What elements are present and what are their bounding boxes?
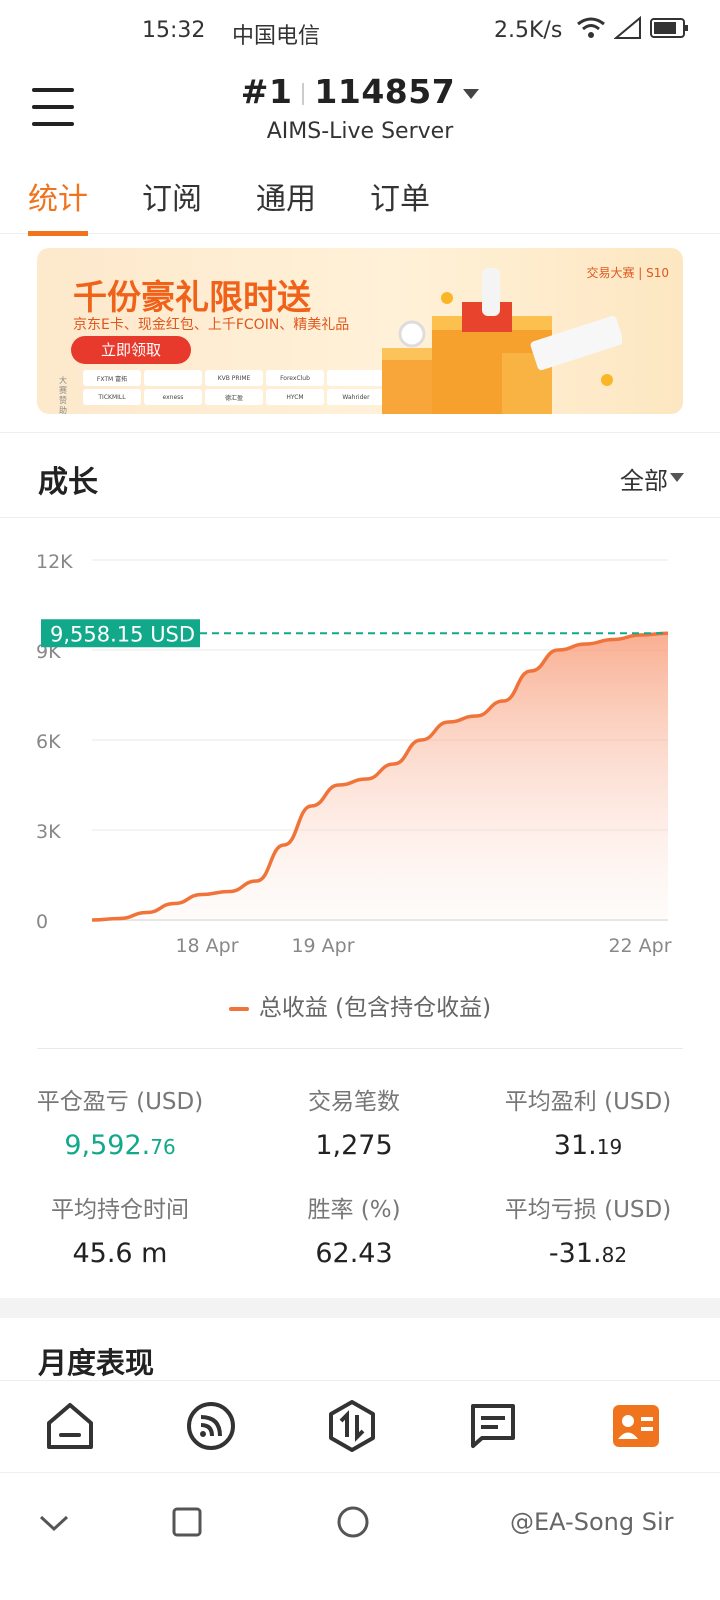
stat-value: 31.19 (553, 1130, 623, 1161)
stat-average-loss: 平均亏损 (USD) -31.82 (468, 1190, 708, 1269)
stat-label: 平均持仓时间 (51, 1197, 189, 1223)
y-tick-label: 3K (36, 821, 61, 843)
chevron-down-icon (670, 473, 684, 482)
tab-general[interactable]: 通用 (256, 174, 316, 218)
banner-title: 千份豪礼限时送 (73, 278, 311, 318)
tab-orders[interactable]: 订单 (370, 174, 430, 218)
status-icons (576, 16, 690, 40)
y-tick-label: 12K (36, 551, 73, 573)
stat-closed-pnl: 平仓盈亏 (USD) 9,592.76 (0, 1082, 240, 1161)
sponsor-logo: Wahrider (327, 389, 385, 405)
stat-value: 45.6 m (72, 1238, 168, 1269)
period-filter-dropdown[interactable]: 全部 (620, 461, 668, 496)
message-icon[interactable] (466, 1399, 520, 1453)
home-circle-icon[interactable] (336, 1505, 370, 1539)
account-selector[interactable]: #1 114857 AIMS-Live Server (0, 72, 720, 144)
stat-value: 1,275 (315, 1130, 393, 1161)
stat-label: 胜率 (%) (307, 1197, 401, 1223)
watermark: @EA-Song Sir (510, 1508, 674, 1536)
sponsor-logo: KVB PRIME (205, 370, 263, 386)
stat-trade-count: 交易笔数 1,275 (234, 1082, 474, 1161)
growth-section-header: 成长 全部 (0, 432, 720, 518)
system-navigation-bar (0, 1472, 720, 1600)
sponsor-logo: ForexClub (266, 370, 324, 386)
banner-subtitle: 京东E卡、现金红包、上千FCOIN、精美礼品 (73, 317, 350, 333)
server-name: AIMS-Live Server (266, 119, 454, 144)
x-tick-label: 19 Apr (291, 935, 354, 957)
stat-value: 62.43 (315, 1238, 393, 1269)
growth-chart-svg: 12K9K6K3K0 18 Apr 19 Apr 22 Apr 9,558.15 U… (36, 551, 672, 957)
x-axis: 18 Apr 19 Apr 22 Apr (175, 935, 671, 957)
legend-label: 总收益 (包含持仓收益) (258, 995, 492, 1021)
status-bar: 15:32 中国电信 2.5K/s (0, 0, 720, 62)
y-tick-label: 0 (36, 911, 48, 933)
battery-icon (650, 18, 688, 38)
signal-icon (614, 16, 641, 39)
sponsor-logo: TICKMILL (83, 389, 141, 405)
stat-average-profit: 平均盈利 (USD) 31.19 (468, 1082, 708, 1161)
claim-now-button[interactable]: 立即领取 (71, 336, 191, 364)
sponsor-logo (144, 370, 202, 386)
status-network-speed: 2.5K/s (494, 18, 563, 43)
tab-bar: 统计 订阅 通用 订单 (0, 162, 720, 236)
legend-marker (228, 1006, 249, 1011)
y-tick-label: 6K (36, 731, 61, 753)
sponsor-logo: FXTM 富拓 (83, 370, 141, 386)
tab-label: 通用 (256, 182, 316, 217)
x-tick-label: 18 Apr (175, 935, 238, 957)
tab-statistics[interactable]: 统计 (28, 174, 88, 236)
divider (37, 1048, 683, 1049)
profile-card-icon[interactable] (609, 1399, 663, 1453)
chart-legend: 总收益 (包含持仓收益) (0, 988, 720, 1022)
sponsor-logo: 德汇盈 (205, 389, 263, 405)
status-time: 15:32 (142, 18, 206, 43)
sponsor-logo: exness (144, 389, 202, 405)
account-number: 114857 (314, 72, 456, 111)
gift-boxes-illustration (382, 268, 622, 414)
tab-label: 订单 (370, 182, 430, 217)
x-tick-label: 22 Apr (608, 935, 671, 957)
feed-icon[interactable] (184, 1399, 238, 1453)
current-value-label: 9,558.15 USD (50, 622, 195, 646)
tab-label: 订阅 (142, 182, 202, 217)
bottom-navigation (0, 1380, 720, 1472)
stat-label: 平均盈利 (USD) (504, 1089, 672, 1115)
growth-chart: 12K 9K 6K 3K 0 18 Apr 19 Apr 22 Apr 9,558.15 U… (0, 520, 720, 980)
recents-square-icon[interactable] (172, 1507, 202, 1537)
stat-label: 交易笔数 (308, 1089, 400, 1115)
sponsor-logos: FXTM 富拓 KVB PRIME ForexClub TICKMILL exn… (83, 370, 385, 405)
account-prefix: #1 (240, 72, 293, 111)
stat-value: 9,592.76 (64, 1130, 176, 1161)
promo-banner[interactable]: 千份豪礼限时送 京东E卡、现金红包、上千FCOIN、精美礼品 立即领取 大赛赞助… (37, 248, 683, 414)
sponsor-logo: HYCM (266, 389, 324, 405)
section-gap (0, 1298, 720, 1318)
growth-title: 成长 (38, 465, 98, 500)
stat-average-holding-time: 平均持仓时间 45.6 m (0, 1190, 240, 1269)
series-area (92, 633, 668, 920)
trade-icon[interactable] (325, 1399, 379, 1453)
status-carrier: 中国电信 (232, 24, 321, 49)
tab-subscribe[interactable]: 订阅 (142, 174, 202, 218)
sponsor-logo (327, 370, 385, 386)
wifi-icon (577, 17, 605, 38)
stat-label: 平仓盈亏 (USD) (36, 1089, 204, 1115)
y-axis: 12K9K6K3K0 (36, 551, 73, 933)
back-chevron-icon[interactable] (38, 1511, 70, 1535)
sponsor-label: 大赛赞助 (59, 376, 67, 414)
home-icon[interactable] (43, 1399, 97, 1453)
stat-win-rate: 胜率 (%) 62.43 (234, 1190, 474, 1269)
stat-value: -31.82 (548, 1238, 628, 1269)
stat-label: 平均亏损 (USD) (504, 1197, 672, 1223)
tab-label: 统计 (28, 182, 88, 217)
active-tab-indicator (28, 231, 88, 236)
app-header: #1 114857 AIMS-Live Server (0, 62, 720, 162)
dropdown-caret-icon (463, 88, 480, 99)
monthly-performance-title: 月度表现 (38, 1346, 155, 1380)
